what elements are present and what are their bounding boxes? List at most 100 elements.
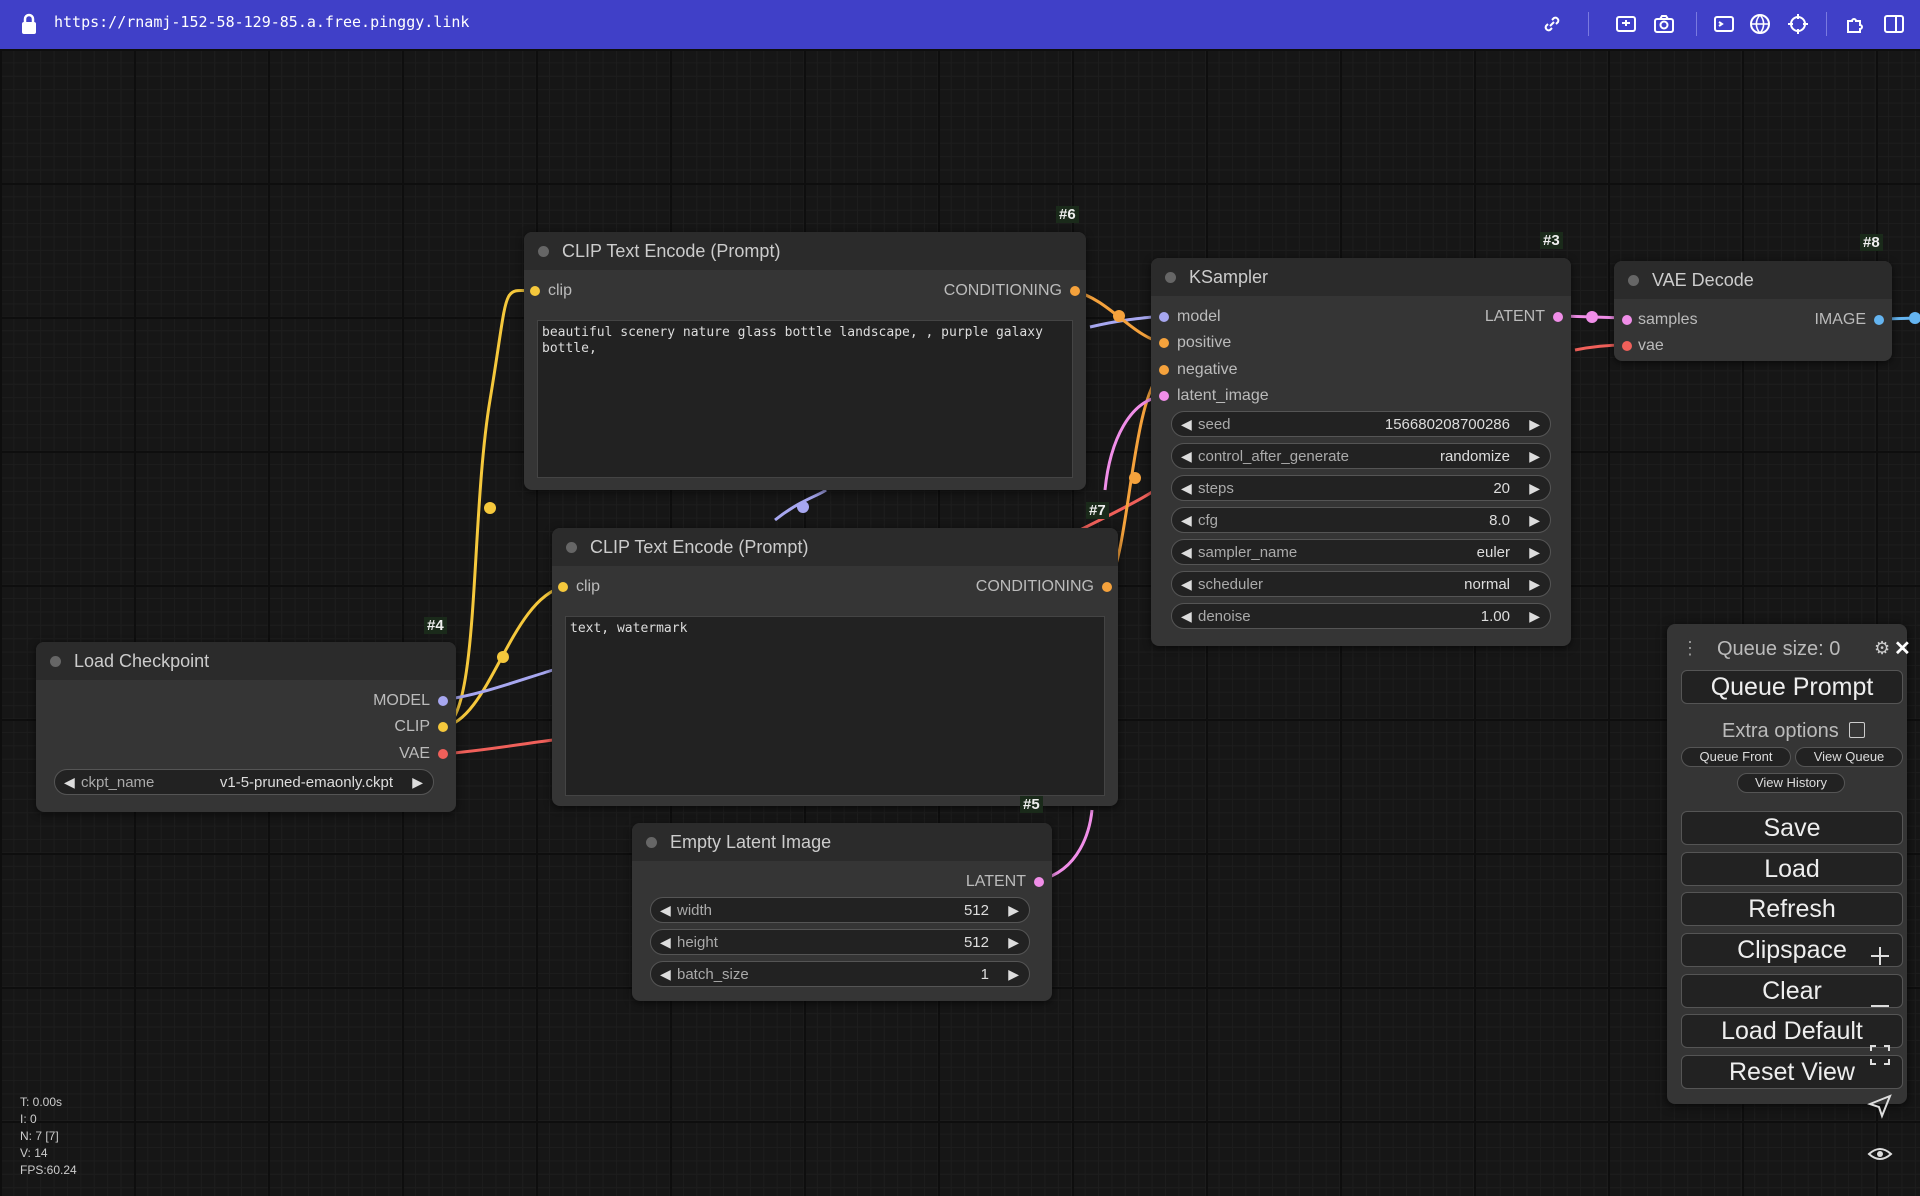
node-empty-latent-image[interactable]: Empty Latent Image LATENT ◀ width 512 ▶ ◀ he…	[632, 823, 1052, 1001]
increment-arrow-icon[interactable]: ▶	[1529, 544, 1540, 561]
output-pin-model[interactable]	[438, 696, 448, 706]
widget-steps[interactable]: ◀ steps 20 ▶	[1171, 475, 1551, 501]
output-pin-image[interactable]	[1874, 315, 1884, 325]
prompt-textarea[interactable]: text, watermark	[565, 616, 1105, 796]
widget-seed[interactable]: ◀ seed 156680208700286 ▶	[1171, 411, 1551, 437]
node-id-badge: #6	[1056, 206, 1079, 223]
input-label: vae	[1638, 337, 1664, 354]
queue-front-button[interactable]: Queue Front	[1681, 747, 1791, 767]
input-pin-positive[interactable]	[1159, 338, 1169, 348]
view-history-button[interactable]: View History	[1737, 773, 1845, 793]
output-pin-conditioning[interactable]	[1070, 286, 1080, 296]
widget-label: scheduler	[1198, 576, 1264, 593]
input-pin-clip[interactable]	[530, 286, 540, 296]
increment-arrow-icon[interactable]: ▶	[412, 774, 423, 791]
input-pin-negative[interactable]	[1159, 365, 1169, 375]
sidebar-icon[interactable]	[1882, 12, 1906, 36]
widget-value: 1	[980, 966, 989, 983]
node-clip-text-encode-positive[interactable]: CLIP Text Encode (Prompt) clip CONDITION…	[524, 232, 1086, 490]
zoom-in-icon[interactable]	[1862, 938, 1898, 974]
decrement-arrow-icon[interactable]: ◀	[1181, 608, 1192, 625]
node-id-badge: #3	[1540, 232, 1563, 249]
node-ksampler[interactable]: KSampler model positive negative latent_…	[1151, 258, 1571, 646]
input-pin-latent-image[interactable]	[1159, 391, 1169, 401]
increment-arrow-icon[interactable]: ▶	[1008, 934, 1019, 951]
output-pin-conditioning[interactable]	[1102, 582, 1112, 592]
crosshair-icon[interactable]	[1786, 12, 1810, 36]
node-load-checkpoint[interactable]: Load Checkpoint MODEL CLIP VAE ◀ ckpt_nam…	[36, 642, 456, 812]
widget-value: 512	[963, 902, 989, 919]
increment-arrow-icon[interactable]: ▶	[1529, 480, 1540, 497]
widget-label: control_after_generate	[1198, 448, 1349, 465]
widget-sampler-name[interactable]: ◀ sampler_name euler ▶	[1171, 539, 1551, 565]
node-collapse-dot[interactable]	[50, 656, 61, 667]
node-collapse-dot[interactable]	[566, 542, 577, 553]
camera-icon[interactable]	[1652, 12, 1676, 36]
node-collapse-dot[interactable]	[1628, 275, 1639, 286]
widget-cfg[interactable]: ◀ cfg 8.0 ▶	[1171, 507, 1551, 533]
link-icon[interactable]	[1540, 12, 1564, 36]
terminal-icon[interactable]	[1712, 12, 1736, 36]
screenshot-icon[interactable]	[1614, 12, 1638, 36]
output-pin-latent[interactable]	[1553, 312, 1563, 322]
decrement-arrow-icon[interactable]: ◀	[1181, 448, 1192, 465]
node-vae-decode[interactable]: VAE Decode samples vae IMAGE	[1614, 261, 1892, 361]
decrement-arrow-icon[interactable]: ◀	[1181, 512, 1192, 529]
node-collapse-dot[interactable]	[1165, 272, 1176, 283]
close-icon[interactable]: ✕	[1894, 636, 1911, 661]
widget-batch-size[interactable]: ◀ batch_size 1 ▶	[650, 961, 1030, 987]
increment-arrow-icon[interactable]: ▶	[1008, 902, 1019, 919]
globe-icon[interactable]	[1748, 12, 1772, 36]
widget-value: 8.0	[1489, 512, 1510, 529]
queue-prompt-button[interactable]: Queue Prompt	[1681, 670, 1903, 704]
input-label: clip	[576, 578, 601, 595]
increment-arrow-icon[interactable]: ▶	[1529, 576, 1540, 593]
save-button[interactable]: Save	[1681, 811, 1903, 845]
send-icon[interactable]	[1862, 1087, 1898, 1123]
decrement-arrow-icon[interactable]: ◀	[660, 934, 671, 951]
load-button[interactable]: Load	[1681, 852, 1903, 886]
output-label: LATENT	[965, 873, 1026, 890]
increment-arrow-icon[interactable]: ▶	[1529, 608, 1540, 625]
widget-height[interactable]: ◀ height 512 ▶	[650, 929, 1030, 955]
node-collapse-dot[interactable]	[646, 837, 657, 848]
decrement-arrow-icon[interactable]: ◀	[1181, 576, 1192, 593]
input-pin-vae[interactable]	[1622, 341, 1632, 351]
view-queue-button[interactable]: View Queue	[1795, 747, 1903, 767]
input-pin-model[interactable]	[1159, 312, 1169, 322]
increment-arrow-icon[interactable]: ▶	[1529, 416, 1540, 433]
output-pin-vae[interactable]	[438, 749, 448, 759]
input-pin-clip[interactable]	[558, 582, 568, 592]
refresh-button[interactable]: Refresh	[1681, 892, 1903, 926]
widget-denoise[interactable]: ◀ denoise 1.00 ▶	[1171, 603, 1551, 629]
node-collapse-dot[interactable]	[538, 246, 549, 257]
increment-arrow-icon[interactable]: ▶	[1008, 966, 1019, 983]
decrement-arrow-icon[interactable]: ◀	[1181, 480, 1192, 497]
fit-view-icon[interactable]	[1862, 1037, 1898, 1073]
widget-scheduler[interactable]: ◀ scheduler normal ▶	[1171, 571, 1551, 597]
decrement-arrow-icon[interactable]: ◀	[1181, 544, 1192, 561]
decrement-arrow-icon[interactable]: ◀	[660, 966, 671, 983]
prompt-textarea[interactable]: beautiful scenery nature glass bottle la…	[537, 320, 1073, 478]
increment-arrow-icon[interactable]: ▶	[1529, 448, 1540, 465]
gear-icon[interactable]: ⚙	[1874, 638, 1890, 659]
decrement-arrow-icon[interactable]: ◀	[660, 902, 671, 919]
widget-ckpt-name[interactable]: ◀ ckpt_name v1-5-pruned-emaonly.ckpt ▶	[54, 769, 434, 795]
widget-width[interactable]: ◀ width 512 ▶	[650, 897, 1030, 923]
decrement-arrow-icon[interactable]: ◀	[64, 774, 75, 791]
drag-handle-icon[interactable]: ⋮	[1681, 638, 1699, 659]
url-text[interactable]: https://rnamj-152-58-129-85.a.free.pingg…	[54, 13, 469, 31]
output-pin-latent[interactable]	[1034, 877, 1044, 887]
eye-icon[interactable]	[1862, 1136, 1898, 1172]
input-pin-samples[interactable]	[1622, 315, 1632, 325]
node-clip-text-encode-negative[interactable]: CLIP Text Encode (Prompt) clip CONDITION…	[552, 528, 1118, 806]
extra-options-checkbox[interactable]	[1849, 722, 1865, 738]
extension-icon[interactable]	[1844, 12, 1868, 36]
decrement-arrow-icon[interactable]: ◀	[1181, 416, 1192, 433]
widget-label: batch_size	[677, 966, 749, 983]
increment-arrow-icon[interactable]: ▶	[1529, 512, 1540, 529]
output-pin-clip[interactable]	[438, 722, 448, 732]
output-label: LATENT	[1484, 308, 1545, 325]
zoom-out-icon[interactable]	[1862, 988, 1898, 1024]
widget-control-after-generate[interactable]: ◀ control_after_generate randomize ▶	[1171, 443, 1551, 469]
